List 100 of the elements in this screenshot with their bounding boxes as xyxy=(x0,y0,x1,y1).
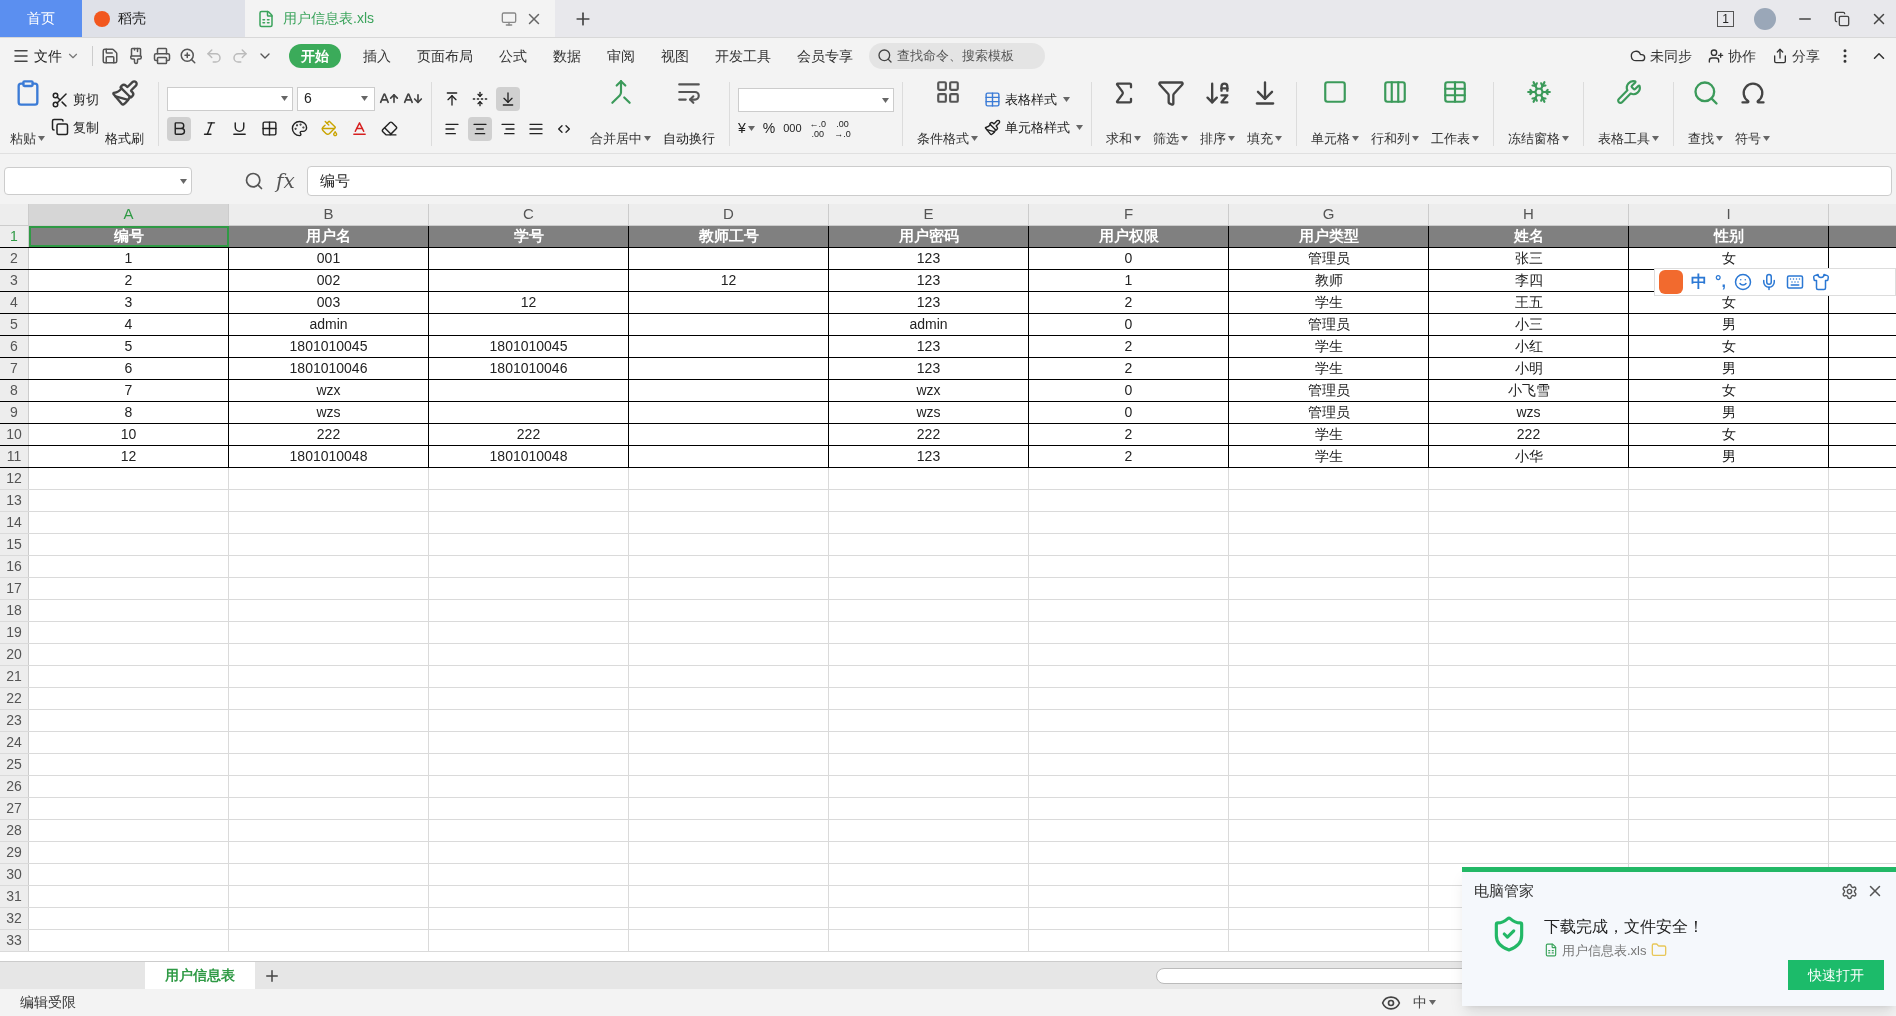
column-header[interactable]: I xyxy=(1629,204,1829,225)
restore-icon[interactable] xyxy=(1834,10,1850,27)
row-number[interactable]: 28 xyxy=(0,820,29,841)
row-number[interactable]: 30 xyxy=(0,864,29,885)
row-number[interactable]: 8 xyxy=(0,380,29,401)
row-number[interactable]: 22 xyxy=(0,688,29,709)
row-number[interactable]: 14 xyxy=(0,512,29,533)
row-number[interactable]: 29 xyxy=(0,842,29,863)
row-number[interactable]: 24 xyxy=(0,732,29,753)
bold-button[interactable] xyxy=(167,116,191,141)
row-number[interactable]: 16 xyxy=(0,556,29,577)
ribbon-tab[interactable]: 会员专享 xyxy=(793,44,857,68)
print-icon[interactable] xyxy=(153,47,171,65)
emoji-icon[interactable] xyxy=(1733,273,1752,291)
currency-button[interactable]: ¥ xyxy=(738,118,755,139)
symbol-button[interactable]: 符号 xyxy=(1729,78,1776,149)
cell-style-button[interactable]: 单元格样式 xyxy=(984,117,1083,137)
ribbon-tab[interactable]: 插入 xyxy=(359,44,395,68)
fill-button[interactable]: 填充 xyxy=(1241,78,1288,149)
row-number[interactable]: 17 xyxy=(0,578,29,599)
row-number[interactable]: 3 xyxy=(0,270,29,291)
conditional-format-button[interactable]: 条件格式 xyxy=(911,78,984,149)
find-button[interactable]: 查找 xyxy=(1682,78,1729,149)
row-number[interactable]: 9 xyxy=(0,402,29,423)
format-painter-button[interactable]: 格式刷 xyxy=(99,78,150,149)
file-menu[interactable]: 文件 xyxy=(8,45,84,67)
cell-button[interactable]: 单元格 xyxy=(1305,78,1365,149)
share-button[interactable]: 分享 xyxy=(1772,45,1820,67)
row-number[interactable]: 33 xyxy=(0,930,29,951)
merge-center-button[interactable]: 合并居中 xyxy=(584,78,657,149)
column-header[interactable]: B xyxy=(229,204,429,225)
keyboard-icon[interactable] xyxy=(1785,273,1804,291)
font-size-field[interactable]: 6 xyxy=(297,86,375,111)
window-count[interactable]: 1 xyxy=(1717,10,1734,27)
monitor-icon[interactable] xyxy=(501,10,517,27)
shirt-icon[interactable] xyxy=(1811,273,1830,291)
row-number[interactable]: 13 xyxy=(0,490,29,511)
command-search-field[interactable]: 查找命令、搜索模板 xyxy=(869,43,1045,69)
row-number[interactable]: 23 xyxy=(0,710,29,731)
copy-button[interactable]: 复制 xyxy=(51,117,99,137)
column-header[interactable]: H xyxy=(1429,204,1629,225)
sogou-logo-icon[interactable] xyxy=(1659,270,1683,294)
column-header[interactable]: E xyxy=(829,204,1029,225)
row-number[interactable]: 31 xyxy=(0,886,29,907)
row-number[interactable]: 27 xyxy=(0,798,29,819)
thousands-button[interactable]: 000 xyxy=(783,120,802,137)
row-number[interactable]: 12 xyxy=(0,468,29,489)
freeze-panes-button[interactable]: 冻结窗格 xyxy=(1502,78,1575,149)
file-link[interactable]: 用户信息表.xls xyxy=(1562,940,1647,960)
collaborate-button[interactable]: 协作 xyxy=(1708,45,1756,67)
row-number[interactable]: 10 xyxy=(0,424,29,445)
wrap-text-button[interactable]: 自动换行 xyxy=(657,78,721,149)
zoom-formula-icon[interactable] xyxy=(244,171,264,191)
table-tools-button[interactable]: 表格工具 xyxy=(1592,78,1665,149)
ribbon-tab[interactable]: 开发工具 xyxy=(711,44,775,68)
row-number[interactable]: 21 xyxy=(0,666,29,687)
ribbon-tab[interactable]: 页面布局 xyxy=(413,44,477,68)
ribbon-tab[interactable]: 视图 xyxy=(657,44,693,68)
formula-field[interactable]: 编号 xyxy=(306,166,1892,196)
filter-button[interactable]: 筛选 xyxy=(1147,78,1194,149)
sum-button[interactable]: 求和 xyxy=(1100,78,1147,149)
save-icon[interactable] xyxy=(101,47,119,65)
brush-icon[interactable] xyxy=(127,47,145,65)
row-number[interactable]: 19 xyxy=(0,622,29,643)
ribbon-tab[interactable]: 审阅 xyxy=(603,44,639,68)
align-bottom-button[interactable] xyxy=(496,86,520,111)
row-number[interactable]: 18 xyxy=(0,600,29,621)
sheet-tab[interactable]: 用户信息表 xyxy=(145,962,255,989)
punctuation-button[interactable]: °, xyxy=(1715,270,1726,294)
column-header[interactable]: F xyxy=(1029,204,1229,225)
cut-button[interactable]: 剪切 xyxy=(51,90,99,110)
row-number[interactable]: 15 xyxy=(0,534,29,555)
row-number[interactable]: 20 xyxy=(0,644,29,665)
ribbon-tab[interactable]: 公式 xyxy=(495,44,531,68)
ime-mode-button[interactable]: 中 xyxy=(1691,270,1707,294)
table-style-button[interactable]: 表格样式 xyxy=(984,90,1083,110)
row-number[interactable]: 26 xyxy=(0,776,29,797)
paste-button[interactable]: 粘贴 xyxy=(4,78,51,149)
row-number[interactable]: 2 xyxy=(0,248,29,269)
input-mode-button[interactable]: 中 xyxy=(1413,992,1436,1013)
column-header[interactable]: D xyxy=(629,204,829,225)
row-number[interactable]: 11 xyxy=(0,446,29,467)
rows-columns-button[interactable]: 行和列 xyxy=(1365,78,1425,149)
row-number[interactable]: 5 xyxy=(0,314,29,335)
print-preview-icon[interactable] xyxy=(179,47,197,65)
worksheet-button[interactable]: 工作表 xyxy=(1425,78,1485,149)
sync-button[interactable]: 未同步 xyxy=(1630,45,1692,67)
column-header[interactable]: C xyxy=(429,204,629,225)
column-header[interactable]: G xyxy=(1229,204,1429,225)
row-number[interactable]: 25 xyxy=(0,754,29,775)
row-number[interactable]: 7 xyxy=(0,358,29,379)
align-center-button[interactable] xyxy=(468,116,492,141)
font-name-field[interactable] xyxy=(167,86,293,111)
decimal-button[interactable]: .00 →.0 xyxy=(834,118,851,139)
row-number[interactable]: 6 xyxy=(0,336,29,357)
number-format-field[interactable] xyxy=(738,88,894,112)
row-number[interactable]: 4 xyxy=(0,292,29,313)
percent-button[interactable]: % xyxy=(762,118,776,139)
app-tab[interactable]: 稻壳 xyxy=(82,0,245,37)
sort-button[interactable]: 排序 xyxy=(1194,78,1241,149)
